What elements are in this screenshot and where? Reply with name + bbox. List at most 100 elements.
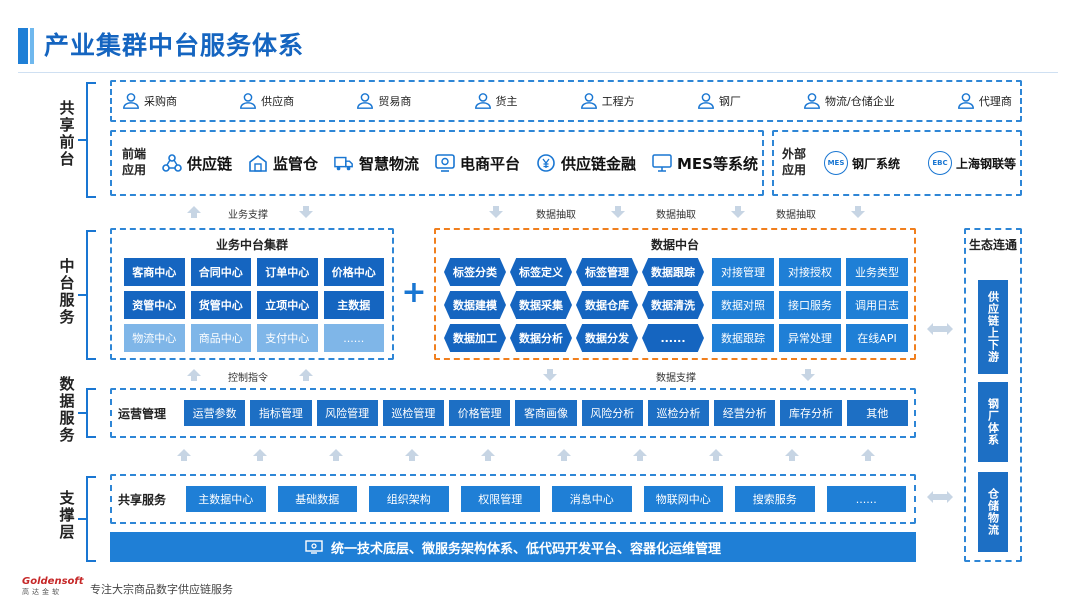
user-icon: [474, 93, 491, 109]
data-center-title: 数据中台: [650, 238, 699, 252]
business-cell[interactable]: 资管中心: [124, 291, 185, 319]
operations-item[interactable]: 经营分析: [714, 400, 776, 426]
business-cell[interactable]: 商品中心: [190, 324, 251, 352]
brace-front: [86, 82, 96, 198]
front-app-warehouse[interactable]: 监管仓: [248, 153, 318, 174]
ecosystem-item[interactable]: 仓储物流: [978, 472, 1008, 552]
operations-item[interactable]: 价格管理: [449, 400, 511, 426]
warehouse-icon: [249, 155, 267, 172]
data-rect-cell[interactable]: 数据跟踪: [712, 324, 774, 352]
arrow-down-icon: [851, 206, 865, 218]
business-cell[interactable]: 支付中心: [257, 324, 318, 352]
ecosystem-item[interactable]: 供应链上下游: [978, 280, 1008, 374]
brace-tick-middle: [78, 294, 86, 296]
business-cell[interactable]: 立项中心: [257, 291, 318, 319]
front-app-supply-chain[interactable]: 供应链: [162, 153, 232, 174]
shared-service-item[interactable]: ......: [826, 486, 906, 512]
finance-icon: [537, 154, 555, 172]
front-app-finance[interactable]: 供应链金融: [536, 153, 636, 174]
data-hex-cell[interactable]: ......: [642, 324, 704, 352]
arrow-down-icon: [299, 206, 313, 218]
arrow-up-icon: [253, 449, 267, 461]
data-rect-cell[interactable]: 对接管理: [712, 258, 774, 286]
business-cell[interactable]: 订单中心: [257, 258, 318, 286]
operations-item[interactable]: 风险分析: [581, 400, 643, 426]
business-cell[interactable]: 客商中心: [124, 258, 185, 286]
front-apps-row: 供应链 监管仓 智慧物流 电商平台 供应链金融 MES等系统: [162, 150, 758, 176]
title-accent-bar-light: [30, 28, 34, 64]
layer-label-data: 数据服务: [59, 375, 75, 444]
flow-label-business-support: 业务支撑: [228, 210, 268, 221]
data-hex-cell[interactable]: 数据清洗: [642, 291, 704, 319]
arrow-up-icon: [785, 449, 799, 461]
shared-service-item[interactable]: 物联网中心: [643, 486, 723, 512]
role-item: 钢厂: [697, 90, 741, 112]
external-app-steel-system[interactable]: MES 钢厂系统: [824, 151, 900, 175]
operations-item[interactable]: 巡检分析: [647, 400, 710, 426]
user-icon: [580, 93, 597, 109]
operations-item[interactable]: 运营参数: [184, 400, 246, 426]
data-hex-cell[interactable]: 标签定义: [510, 258, 572, 286]
data-center-hex-grid: 标签分类 标签定义 标签管理 数据跟踪 数据建模 数据采集 数据仓库 数据清洗 …: [444, 258, 704, 352]
operations-item[interactable]: 其他: [846, 400, 908, 426]
shared-services-label: 共享服务: [118, 493, 167, 507]
user-icon: [123, 93, 139, 109]
shared-service-item[interactable]: 权限管理: [460, 486, 540, 512]
shared-service-item[interactable]: 搜索服务: [735, 486, 815, 512]
front-app-ecommerce[interactable]: 电商平台: [435, 153, 520, 174]
data-hex-cell[interactable]: 数据跟踪: [642, 258, 704, 286]
operations-row: 运营参数 指标管理 风险管理 巡检管理 价格管理 客商画像 风险分析 巡检分析 …: [184, 400, 908, 426]
flow-label-data-extract: 数据抽取: [776, 210, 816, 221]
operations-item[interactable]: 库存分析: [780, 400, 842, 426]
operations-item[interactable]: 风险管理: [316, 400, 378, 426]
shared-service-item[interactable]: 主数据中心: [186, 486, 266, 512]
footer-tagline: 专注大宗商品数字供应链服务: [90, 583, 233, 596]
front-app-mes[interactable]: MES等系统: [652, 153, 758, 174]
business-center-grid: 客商中心 合同中心 订单中心 价格中心 资管中心 货管中心 立项中心 主数据 物…: [124, 258, 384, 352]
layer-label-middle: 中台服务: [59, 257, 75, 326]
data-rect-cell[interactable]: 对接授权: [779, 258, 841, 286]
role-item: 物流/仓储企业: [803, 90, 895, 112]
ecosystem-item[interactable]: 钢厂体系: [978, 382, 1008, 462]
data-hex-cell[interactable]: 数据建模: [444, 291, 506, 319]
arrow-up-icon: [481, 449, 495, 461]
data-hex-cell[interactable]: 数据仓库: [576, 291, 638, 319]
truck-icon: [334, 156, 353, 171]
shared-service-item[interactable]: 组织架构: [369, 486, 449, 512]
data-hex-cell[interactable]: 数据分析: [510, 324, 572, 352]
brace-data: [86, 388, 96, 438]
data-hex-cell[interactable]: 数据分发: [576, 324, 638, 352]
external-app-mysteel[interactable]: EBC 上海钢联等: [927, 151, 1016, 175]
operations-item[interactable]: 指标管理: [250, 400, 312, 426]
business-cell[interactable]: 主数据: [323, 291, 384, 319]
front-app-logistics[interactable]: 智慧物流: [334, 153, 419, 174]
foundation-text: 统一技术底层、微服务架构体系、低代码开发平台、容器化运维管理: [330, 541, 721, 557]
data-hex-cell[interactable]: 数据采集: [510, 291, 572, 319]
data-rect-cell[interactable]: 业务类型: [846, 258, 908, 286]
business-cell[interactable]: 合同中心: [190, 258, 251, 286]
layer-label-support: 支撑层: [59, 489, 75, 541]
data-hex-cell[interactable]: 数据加工: [444, 324, 506, 352]
data-rect-cell[interactable]: 调用日志: [846, 291, 908, 319]
arrow-up-icon: [299, 369, 313, 381]
arrow-down-icon: [801, 369, 815, 381]
data-rect-cell[interactable]: 数据对照: [712, 291, 774, 319]
operations-item[interactable]: 巡检管理: [382, 400, 445, 426]
shared-service-item[interactable]: 消息中心: [552, 486, 632, 512]
data-rect-cell[interactable]: 接口服务: [779, 291, 841, 319]
role-item: 代理商: [957, 90, 1012, 112]
flow-label-data-extract: 数据抽取: [536, 210, 576, 221]
operations-item[interactable]: 客商画像: [515, 400, 577, 426]
roles-row: 采购商 供应商 贸易商 货主 工程方 钢厂 物流/仓储企业 代理商: [122, 90, 1012, 112]
user-icon: [240, 93, 257, 109]
arrow-up-icon: [709, 449, 723, 461]
business-cell[interactable]: 货管中心: [190, 291, 251, 319]
business-cell[interactable]: 价格中心: [323, 258, 384, 286]
data-hex-cell[interactable]: 标签分类: [444, 258, 506, 286]
data-rect-cell[interactable]: 在线API: [846, 324, 908, 352]
data-hex-cell[interactable]: 标签管理: [576, 258, 638, 286]
data-rect-cell[interactable]: 异常处理: [779, 324, 841, 352]
shared-service-item[interactable]: 基础数据: [277, 486, 357, 512]
business-cell[interactable]: ......: [323, 324, 384, 352]
business-cell[interactable]: 物流中心: [124, 324, 185, 352]
